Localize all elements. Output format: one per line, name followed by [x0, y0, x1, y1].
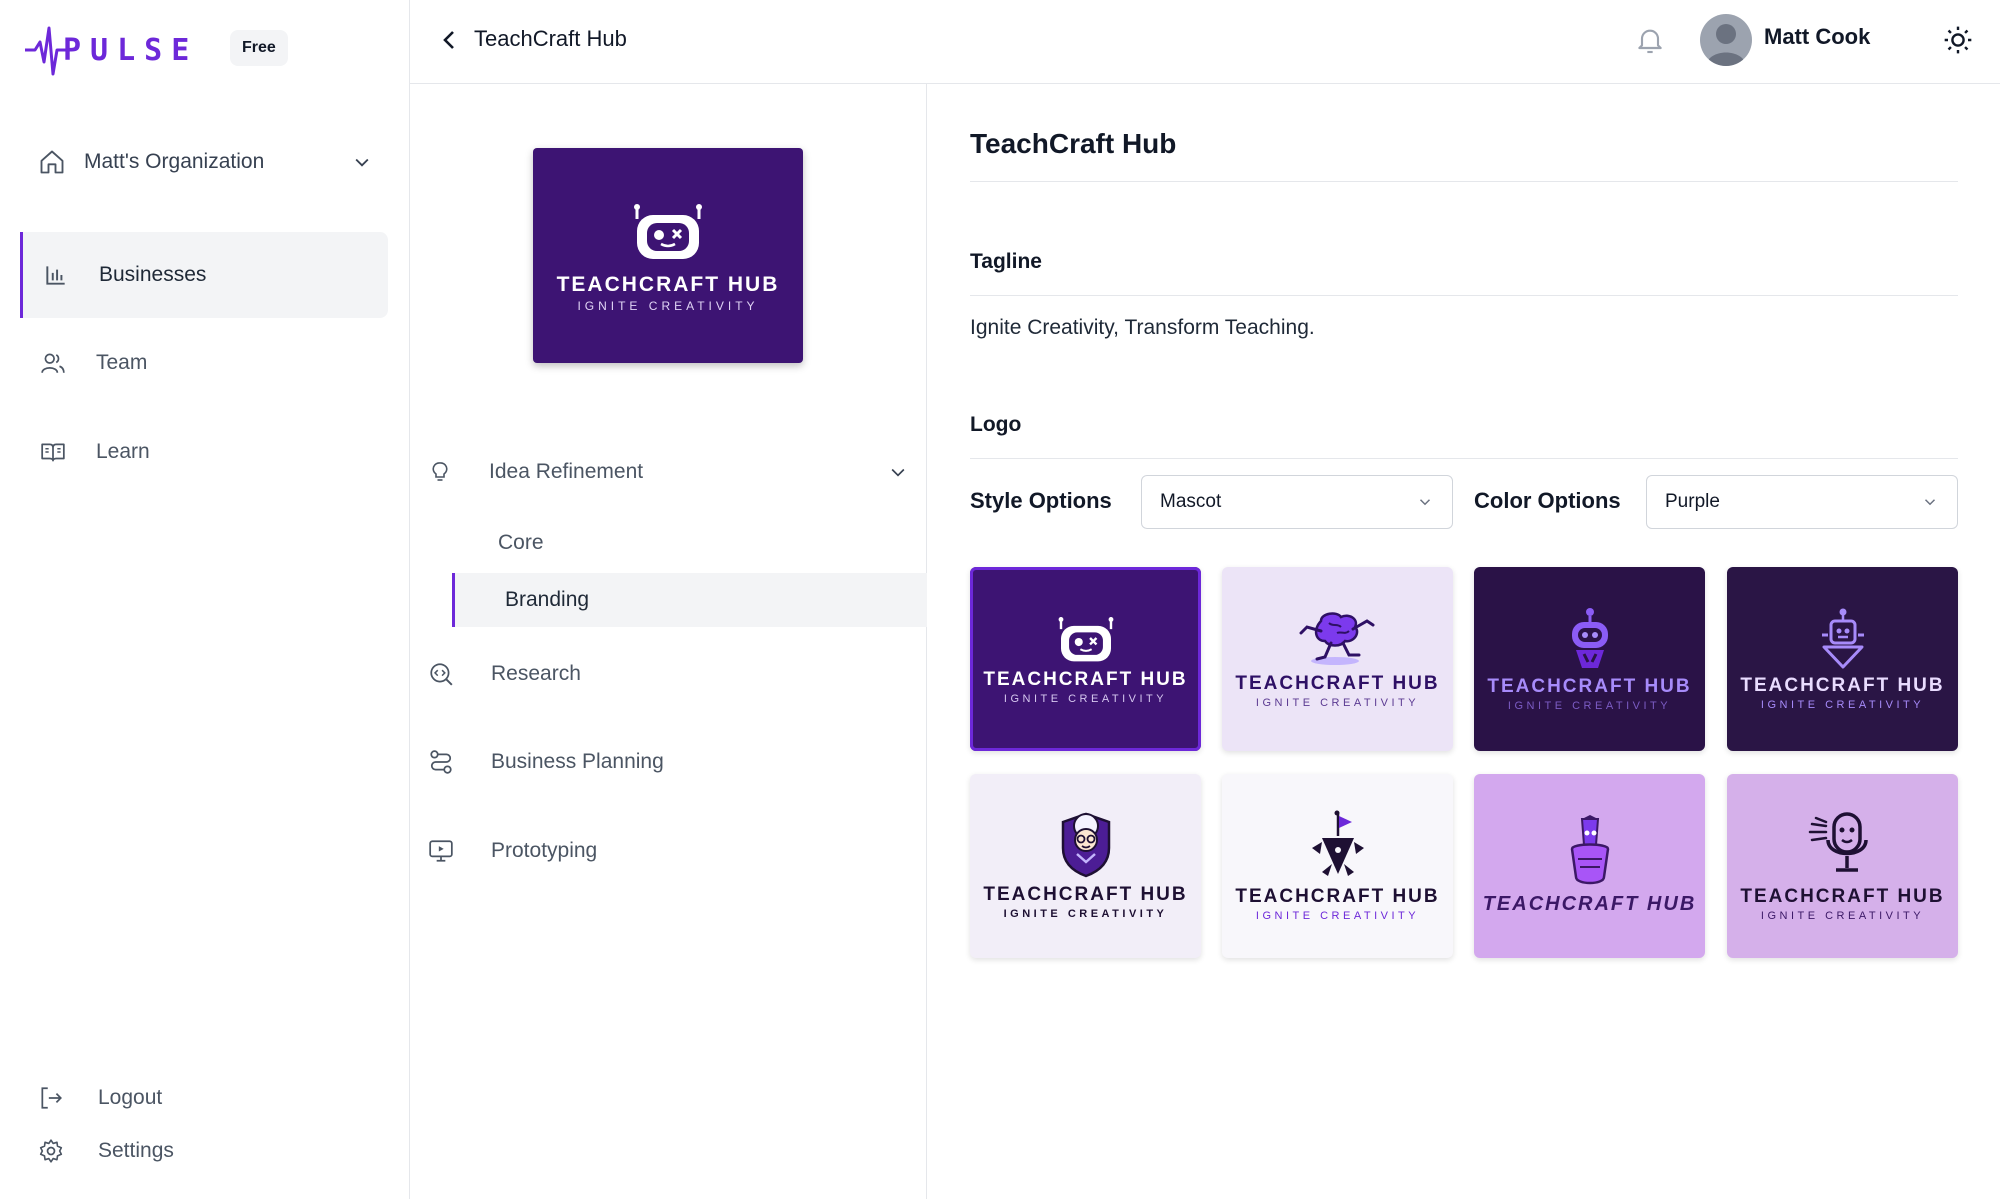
avatar[interactable] [1700, 14, 1752, 66]
logout-icon [41, 1087, 62, 1109]
style-options-select[interactable]: Mascot [1141, 475, 1453, 529]
logo-option-name: TEACHCRAFT HUB [1487, 676, 1692, 697]
logo-option-sub: IGNITE CREATIVITY [1760, 699, 1925, 711]
color-options-label: Color Options [1474, 488, 1621, 513]
nav-label: Learn [96, 440, 150, 463]
bar-chart-icon [46, 266, 65, 285]
user-avatar-icon [1706, 24, 1746, 66]
robot-face-mascot-icon [1058, 617, 1113, 662]
book-open-icon [41, 443, 65, 462]
robot-head-mascot-icon [1571, 608, 1608, 668]
logout-button[interactable]: Logout [38, 1078, 162, 1118]
route-icon [430, 750, 452, 774]
running-brain-mascot-icon [1299, 612, 1374, 665]
lightbulb-icon [432, 462, 448, 481]
top-bar: TeachCraft Hub Matt Cook [410, 0, 2000, 84]
user-name[interactable]: Matt Cook [1764, 24, 1870, 50]
brand-logo[interactable]: PULSE [25, 22, 198, 78]
pencil-wizard-mascot-icon [1570, 814, 1609, 884]
logo-option-sub: IGNITE CREATIVITY [1003, 693, 1168, 705]
org-switcher[interactable]: Matt's Organization [38, 140, 372, 184]
current-logo-name: TEACHCRAFT HUB [556, 272, 780, 296]
chevron-down-icon [1419, 499, 1431, 506]
brand-name: PULSE [63, 32, 199, 68]
nav-item-businesses[interactable]: Businesses [20, 232, 388, 318]
section-label: Idea Refinement [489, 460, 644, 483]
plan-badge: Free [230, 30, 288, 66]
logo-heading: Logo [970, 413, 1022, 436]
users-icon [41, 353, 65, 373]
logo-option[interactable]: TEACHCRAFT HUB IGNITE CREATIVITY [1474, 567, 1705, 751]
business-title: TeachCraft Hub [970, 128, 1177, 159]
settings-button[interactable]: Settings [38, 1131, 174, 1171]
logo-option[interactable]: TEACHCRAFT HUB IGNITE CREATIVITY [1727, 774, 1958, 958]
back-arrow-icon[interactable] [438, 28, 462, 52]
robot-mascot-icon [634, 203, 702, 259]
section-business-planning[interactable]: Business Planning [428, 740, 908, 784]
nav-label: Team [96, 351, 148, 374]
logout-label: Logout [98, 1086, 163, 1109]
bell-icon[interactable] [1634, 24, 1666, 56]
logo-option[interactable]: TEACHCRAFT HUB IGNITE CREATIVITY [1727, 567, 1958, 751]
divider [970, 458, 1958, 459]
chevron-down-icon [891, 468, 905, 477]
logo-option-sub: IGNITE CREATIVITY [1507, 700, 1672, 712]
nav-item-team[interactable]: Team [20, 320, 388, 406]
professor-crest-mascot-icon [1061, 812, 1110, 878]
chevron-down-icon [1924, 499, 1936, 506]
tagline-heading: Tagline [970, 250, 1042, 273]
nav-item-learn[interactable]: Learn [20, 409, 388, 495]
home-icon [40, 150, 64, 174]
style-options-label: Style Options [970, 488, 1112, 513]
pulse-wave-icon [25, 26, 67, 76]
org-name: Matt's Organization [84, 150, 265, 173]
style-options-value: Mascot [1160, 491, 1222, 512]
app-root: PULSE Free Matt's Organization Businesse… [0, 0, 2000, 1199]
presentation-icon [429, 840, 453, 862]
project-panel: TEACHCRAFT HUB IGNITE CREATIVITY Idea Re… [410, 84, 927, 1199]
subnav-item-core[interactable]: Core [452, 516, 927, 570]
wizard-flag-mascot-icon [1311, 810, 1364, 876]
sidebar: PULSE Free Matt's Organization Businesse… [0, 0, 410, 1199]
section-research[interactable]: Research [428, 652, 908, 696]
logo-option-name: TEACHCRAFT HUB [1235, 673, 1440, 694]
color-options-value: Purple [1665, 491, 1720, 512]
logo-option-name: TEACHCRAFT HUB [1740, 886, 1945, 907]
logo-option[interactable]: TEACHCRAFT HUB [1474, 774, 1705, 958]
logo-option-name: TEACHCRAFT HUB [1740, 675, 1945, 696]
search-code-icon [430, 663, 453, 686]
logo-option-name: TEACHCRAFT HUB [1235, 886, 1440, 907]
section-label: Research [491, 662, 581, 685]
gear-icon [39, 1139, 63, 1163]
current-logo: TEACHCRAFT HUB IGNITE CREATIVITY [533, 148, 803, 363]
logo-option-name: TEACHCRAFT HUB [983, 884, 1188, 905]
logo-option-sub: IGNITE CREATIVITY [1255, 697, 1420, 709]
chevron-down-icon [355, 158, 369, 167]
section-label: Business Planning [491, 750, 664, 773]
logo-option-sub: IGNITE CREATIVITY [1760, 910, 1925, 922]
logo-option[interactable]: TEACHCRAFT HUB IGNITE CREATIVITY [970, 567, 1201, 751]
logo-option-name: TEACHCRAFT HUB [983, 669, 1188, 690]
logo-option-sub: IGNITE CREATIVITY [1255, 910, 1420, 922]
logo-option[interactable]: TEACHCRAFT HUB IGNITE CREATIVITY [1222, 567, 1453, 751]
current-logo-sub: IGNITE CREATIVITY [577, 298, 759, 313]
small-robot-mascot-icon [1821, 608, 1864, 669]
logo-option-sub: IGNITE CREATIVITY [1003, 908, 1168, 920]
divider [970, 181, 1958, 182]
logo-option[interactable]: TEACHCRAFT HUB IGNITE CREATIVITY [1222, 774, 1453, 958]
breadcrumb: TeachCraft Hub [474, 26, 627, 51]
color-options-select[interactable]: Purple [1646, 475, 1958, 529]
section-prototyping[interactable]: Prototyping [428, 829, 908, 873]
tagline-text: Ignite Creativity, Transform Teaching. [970, 316, 1315, 339]
section-idea-refinement[interactable]: Idea Refinement [428, 450, 908, 494]
section-label: Prototyping [491, 839, 598, 862]
microphone-face-mascot-icon [1808, 812, 1868, 872]
nav-label: Businesses [99, 263, 207, 286]
logo-option[interactable]: TEACHCRAFT HUB IGNITE CREATIVITY [970, 774, 1201, 958]
settings-label: Settings [98, 1139, 174, 1162]
sun-icon[interactable] [1942, 24, 1974, 56]
subnav-item-branding[interactable]: Branding [452, 573, 927, 627]
divider [970, 295, 1958, 296]
logo-option-name: TEACHCRAFT HUB [1482, 892, 1697, 915]
